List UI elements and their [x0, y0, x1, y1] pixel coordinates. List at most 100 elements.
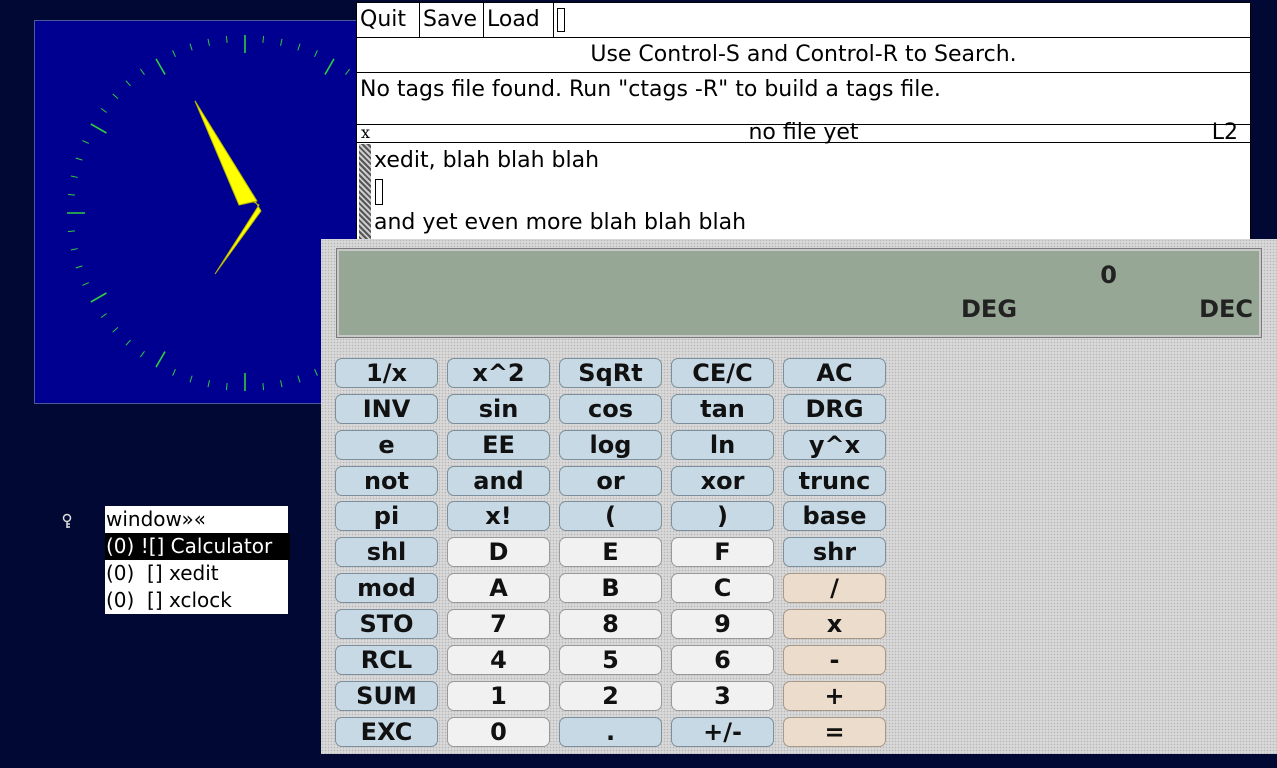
- key-sto-button[interactable]: STO: [335, 609, 438, 639]
- clock-tick: [225, 35, 228, 43]
- key-8-button[interactable]: 8: [559, 609, 662, 639]
- text-cursor: [375, 179, 383, 205]
- clock-hour-hand: [194, 100, 262, 275]
- clock-tick: [155, 351, 166, 368]
- clock-tick: [75, 157, 83, 161]
- key-add-button[interactable]: +: [783, 681, 886, 711]
- key-equals-button[interactable]: =: [783, 717, 886, 747]
- key-multiply-button[interactable]: x: [783, 609, 886, 639]
- key-0-button[interactable]: 0: [447, 717, 550, 747]
- text-scrollbar[interactable]: [359, 144, 371, 241]
- key-e-button[interactable]: E: [559, 537, 662, 567]
- clock-tick: [90, 123, 107, 134]
- key-b-button[interactable]: B: [559, 573, 662, 603]
- key-inv-button[interactable]: INV: [335, 394, 438, 424]
- key-sum-button[interactable]: SUM: [335, 681, 438, 711]
- key-2-button[interactable]: 2: [559, 681, 662, 711]
- key-base-button[interactable]: base: [783, 501, 886, 531]
- clock-tick: [112, 93, 119, 99]
- clock-tick: [314, 50, 318, 57]
- angle-mode-indicator: DEG: [961, 295, 1018, 323]
- key-subtract-button[interactable]: -: [783, 645, 886, 675]
- key-d-button[interactable]: D: [447, 537, 550, 567]
- search-hint: Use Control-S and Control-R to Search.: [357, 38, 1250, 73]
- key-e-button[interactable]: e: [335, 430, 438, 460]
- key-c-button[interactable]: C: [671, 573, 774, 603]
- status-bar: x no file yet L2: [357, 121, 1250, 145]
- window-list-item-calculator[interactable]: (0) ![] Calculator: [105, 533, 290, 560]
- clock-tick: [297, 43, 301, 51]
- calculator-display: 0 DEG DEC: [336, 248, 1262, 338]
- key-decimal-button[interactable]: .: [559, 717, 662, 747]
- xedit-command-bar: Quit Save Load: [357, 3, 1250, 38]
- key-4-button[interactable]: 4: [447, 645, 550, 675]
- message-area: No tags file found. Run "ctags -R" to bu…: [360, 77, 941, 102]
- key-icon: [62, 513, 72, 528]
- text-editor[interactable]: xedit, blah blah blah and yet even more …: [374, 144, 1250, 241]
- key-square-button[interactable]: x^2: [447, 358, 550, 388]
- clock-tick: [297, 375, 301, 383]
- key-and-button[interactable]: and: [447, 466, 550, 496]
- clock-tick: [100, 313, 107, 319]
- clock-tick: [262, 383, 265, 391]
- filename-input[interactable]: [557, 8, 565, 32]
- key-3-button[interactable]: 3: [671, 681, 774, 711]
- clock-tick: [262, 35, 265, 43]
- load-button[interactable]: Load: [484, 3, 554, 37]
- key-trunc-button[interactable]: trunc: [783, 466, 886, 496]
- key-not-button[interactable]: not: [335, 466, 438, 496]
- text-line: xedit, blah blah blah: [374, 148, 600, 173]
- key-drg-button[interactable]: DRG: [783, 394, 886, 424]
- key-cos-button[interactable]: cos: [559, 394, 662, 424]
- key-sqrt-button[interactable]: SqRt: [559, 358, 662, 388]
- key-power-button[interactable]: y^x: [783, 430, 886, 460]
- key-a-button[interactable]: A: [447, 573, 550, 603]
- text-line: and yet even more blah blah blah: [374, 210, 747, 235]
- key-tan-button[interactable]: tan: [671, 394, 774, 424]
- key-mod-button[interactable]: mod: [335, 573, 438, 603]
- clock-tick: [324, 58, 335, 75]
- window-list-item-xclock[interactable]: (0) [] xclock: [105, 587, 288, 614]
- key-open-paren-button[interactable]: (: [559, 501, 662, 531]
- key-close-paren-button[interactable]: ): [671, 501, 774, 531]
- key-9-button[interactable]: 9: [671, 609, 774, 639]
- key-divide-button[interactable]: /: [783, 573, 886, 603]
- key-all-clear-button[interactable]: AC: [783, 358, 886, 388]
- quit-button[interactable]: Quit: [357, 3, 420, 37]
- base-mode-indicator: DEC: [1199, 295, 1253, 323]
- save-button[interactable]: Save: [420, 3, 484, 37]
- key-ee-button[interactable]: EE: [447, 430, 550, 460]
- key-5-button[interactable]: 5: [559, 645, 662, 675]
- clock-tick: [314, 369, 318, 376]
- key-shr-button[interactable]: shr: [783, 537, 886, 567]
- key-exc-button[interactable]: EXC: [335, 717, 438, 747]
- key-rcl-button[interactable]: RCL: [335, 645, 438, 675]
- clock-tick: [345, 68, 351, 75]
- clock-tick: [207, 380, 210, 388]
- key-pi-button[interactable]: pi: [335, 501, 438, 531]
- text-line-cursor: [374, 175, 1250, 206]
- key-negate-button[interactable]: +/-: [671, 717, 774, 747]
- clock-tick: [189, 375, 193, 383]
- clock-tick: [75, 265, 83, 269]
- key-log-button[interactable]: log: [559, 430, 662, 460]
- key-7-button[interactable]: 7: [447, 609, 550, 639]
- key-ln-button[interactable]: ln: [671, 430, 774, 460]
- key-reciprocal-button[interactable]: 1/x: [335, 358, 438, 388]
- window-list-item-xedit[interactable]: (0) [] xedit: [105, 560, 288, 587]
- key-sin-button[interactable]: sin: [447, 394, 550, 424]
- window-list-title: window»«: [105, 506, 288, 533]
- clock-tick: [172, 50, 176, 57]
- key-shl-button[interactable]: shl: [335, 537, 438, 567]
- key-or-button[interactable]: or: [559, 466, 662, 496]
- xedit-window: Quit Save Load Use Control-S and Control…: [356, 2, 1251, 242]
- key-factorial-button[interactable]: x!: [447, 501, 550, 531]
- key-6-button[interactable]: 6: [671, 645, 774, 675]
- calculator-window: 0 DEG DEC 1/x x^2 SqRt CE/C AC INV sin cos tan DR…: [321, 239, 1277, 754]
- key-xor-button[interactable]: xor: [671, 466, 774, 496]
- clock-tick: [100, 107, 107, 113]
- key-clear-entry-button[interactable]: CE/C: [671, 358, 774, 388]
- clock-tick: [189, 43, 193, 51]
- key-f-button[interactable]: F: [671, 537, 774, 567]
- key-1-button[interactable]: 1: [447, 681, 550, 711]
